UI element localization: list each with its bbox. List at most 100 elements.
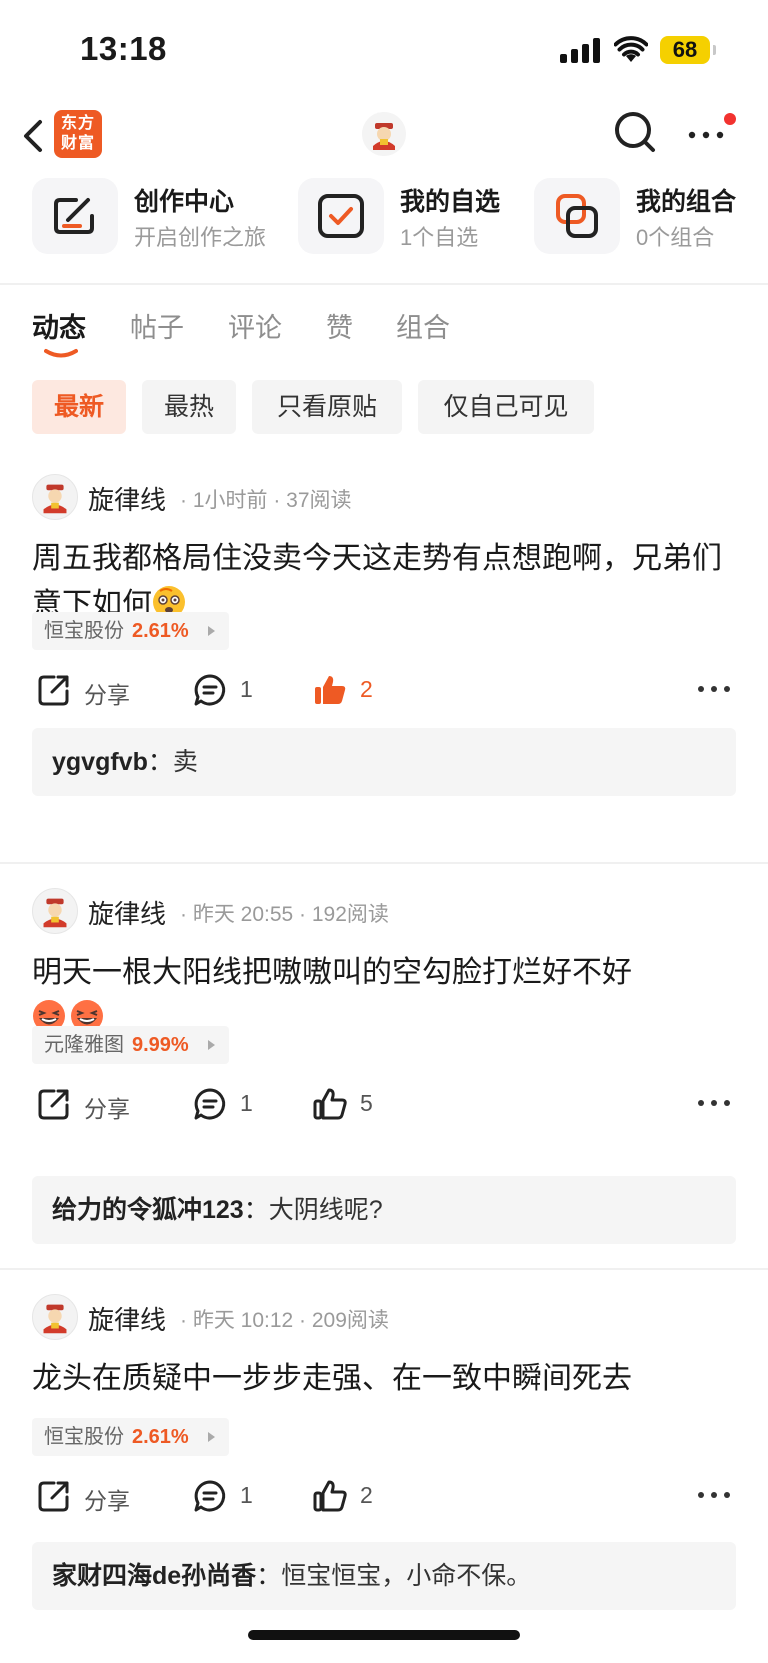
comment-icon bbox=[194, 1088, 226, 1120]
tile-my-watchlist[interactable]: 我的自选 1个自选 bbox=[298, 178, 518, 258]
reply-separator: ： bbox=[256, 1562, 282, 1590]
brand-logo-line2: 财富 bbox=[60, 135, 95, 152]
status-bar: 13:18 68 bbox=[0, 0, 768, 100]
cellular-signal-icon bbox=[560, 37, 602, 63]
reply-user[interactable]: 家财四海de孙尚香 bbox=[52, 1562, 256, 1590]
feed-post[interactable]: 旋律线 · 1小时前 · 37阅读 周五我都格局住没卖今天这走势有点想跑啊，兄弟… bbox=[0, 474, 768, 844]
thumbs-up-icon bbox=[313, 1088, 347, 1120]
like-count: 2 bbox=[360, 1482, 373, 1508]
feed-post[interactable]: 旋律线 · 昨天 10:12 · 209阅读 龙头在质疑中一步步走强、在一致中瞬… bbox=[0, 1294, 768, 1614]
author-avatar[interactable] bbox=[32, 474, 78, 520]
author-avatar[interactable] bbox=[32, 1294, 78, 1340]
filter-latest[interactable]: 最新 bbox=[32, 380, 126, 434]
stock-change: 2.61% bbox=[132, 1426, 189, 1448]
thumbs-up-filled-icon bbox=[315, 676, 346, 704]
edit-square-icon bbox=[32, 178, 118, 254]
filter-private-only[interactable]: 仅自己可见 bbox=[418, 380, 594, 434]
tile-subtitle: 开启创作之旅 bbox=[134, 225, 267, 250]
post-actions: 分享 1 2 bbox=[0, 670, 768, 710]
like-button[interactable]: 2 bbox=[312, 670, 392, 710]
profile-avatar-icon[interactable] bbox=[362, 112, 406, 156]
tab-portfolios[interactable]: 组合 bbox=[396, 306, 450, 345]
post-meta: · 昨天 10:12 · 209阅读 bbox=[180, 1309, 389, 1332]
top-reply[interactable]: ygvgfvb：卖 bbox=[32, 728, 736, 796]
reply-separator: ： bbox=[243, 1196, 269, 1224]
status-time: 13:18 bbox=[80, 30, 167, 67]
stock-tag[interactable]: 恒宝股份 2.61% bbox=[32, 1418, 229, 1456]
stock-change: 9.99% bbox=[132, 1034, 189, 1056]
tile-title: 创作中心 bbox=[134, 188, 235, 216]
share-icon bbox=[38, 675, 69, 706]
thumbs-up-icon bbox=[313, 1480, 347, 1512]
feed-post[interactable]: 旋律线 · 昨天 20:55 · 192阅读 明天一根大阳线把嗷嗷叫的空勾脸打烂… bbox=[0, 888, 768, 1248]
comment-count: 1 bbox=[240, 1090, 253, 1116]
share-icon bbox=[38, 1481, 69, 1512]
post-content[interactable]: 龙头在质疑中一步步走强、在一致中瞬间死去 bbox=[32, 1356, 736, 1402]
top-reply[interactable]: 给力的令狐冲123：大阴线呢? bbox=[32, 1176, 736, 1244]
top-nav-bar: 东方 财富 bbox=[0, 100, 768, 176]
author-avatar[interactable] bbox=[32, 888, 78, 934]
like-button[interactable]: 2 bbox=[312, 1476, 392, 1516]
stock-name: 恒宝股份 bbox=[44, 620, 124, 642]
stock-tag[interactable]: 恒宝股份 2.61% bbox=[32, 612, 229, 650]
comment-button[interactable]: 1 bbox=[192, 670, 272, 710]
more-options-icon[interactable] bbox=[684, 120, 728, 150]
like-button[interactable]: 5 bbox=[312, 1084, 392, 1124]
tab-activity[interactable]: 动态 bbox=[32, 306, 86, 345]
comment-count: 1 bbox=[240, 1482, 253, 1508]
comment-button[interactable]: 1 bbox=[192, 1084, 272, 1124]
stock-tag[interactable]: 元隆雅图 9.99% bbox=[32, 1026, 229, 1064]
like-count: 2 bbox=[360, 676, 373, 702]
share-button[interactable]: 分享 bbox=[36, 1084, 146, 1124]
tab-posts[interactable]: 帖子 bbox=[130, 306, 184, 345]
post-meta: · 昨天 20:55 · 192阅读 bbox=[180, 903, 389, 926]
reply-separator: ： bbox=[147, 748, 173, 776]
home-indicator[interactable] bbox=[248, 1630, 520, 1640]
back-arrow-icon[interactable] bbox=[20, 114, 50, 158]
reply-user[interactable]: 给力的令狐冲123 bbox=[52, 1196, 244, 1224]
chevron-right-icon bbox=[207, 1432, 215, 1442]
stock-change: 2.61% bbox=[132, 620, 189, 642]
share-button[interactable]: 分享 bbox=[36, 1476, 146, 1516]
post-more-icon[interactable] bbox=[696, 684, 732, 694]
author-name[interactable]: 旋律线 bbox=[88, 480, 166, 517]
post-divider bbox=[0, 1268, 768, 1270]
tab-comments[interactable]: 评论 bbox=[228, 306, 282, 345]
tile-subtitle: 0个组合 bbox=[636, 225, 715, 250]
comment-icon bbox=[194, 1480, 226, 1512]
post-text: 周五我都格局住没卖今天这走势有点想跑啊，兄弟们意下如何 bbox=[32, 542, 722, 621]
tile-title: 我的自选 bbox=[400, 188, 501, 216]
tile-title: 我的组合 bbox=[636, 188, 737, 216]
battery-indicator: 68 bbox=[660, 36, 716, 64]
author-name[interactable]: 旋律线 bbox=[88, 1300, 166, 1337]
reply-user[interactable]: ygvgfvb bbox=[52, 748, 148, 776]
share-label: 分享 bbox=[84, 1488, 130, 1514]
reply-text: 大阴线呢? bbox=[268, 1196, 383, 1224]
share-label: 分享 bbox=[84, 1096, 130, 1122]
tile-my-portfolio[interactable]: 我的组合 0个组合 bbox=[534, 178, 768, 258]
quick-access-row: 创作中心 开启创作之旅 我的自选 1个自选 我的组合 0个组合 bbox=[0, 170, 768, 270]
post-more-icon[interactable] bbox=[696, 1098, 732, 1108]
post-more-icon[interactable] bbox=[696, 1490, 732, 1500]
brand-logo-line1: 东方 bbox=[60, 115, 95, 132]
comment-button[interactable]: 1 bbox=[192, 1476, 272, 1516]
filter-original-only[interactable]: 只看原贴 bbox=[252, 380, 402, 434]
checkbox-icon bbox=[298, 178, 384, 254]
brand-logo[interactable]: 东方 财富 bbox=[54, 110, 102, 158]
reply-text: 卖 bbox=[172, 748, 198, 776]
reply-text: 恒宝恒宝，小命不保。 bbox=[281, 1562, 532, 1590]
author-name[interactable]: 旋律线 bbox=[88, 894, 166, 931]
chevron-right-icon bbox=[207, 1040, 215, 1050]
portfolio-icon bbox=[534, 178, 620, 254]
post-text: 龙头在质疑中一步步走强、在一致中瞬间死去 bbox=[32, 1362, 632, 1395]
tile-creation-center[interactable]: 创作中心 开启创作之旅 bbox=[32, 178, 282, 258]
filter-hottest[interactable]: 最热 bbox=[142, 380, 236, 434]
top-reply[interactable]: 家财四海de孙尚香：恒宝恒宝，小命不保。 bbox=[32, 1542, 736, 1610]
search-icon[interactable] bbox=[612, 108, 658, 158]
share-button[interactable]: 分享 bbox=[36, 670, 146, 710]
tab-likes[interactable]: 赞 bbox=[326, 306, 353, 345]
section-divider bbox=[0, 283, 768, 285]
like-count: 5 bbox=[360, 1090, 373, 1116]
post-text: 明天一根大阳线把嗷嗷叫的空勾脸打烂好不好 bbox=[32, 956, 632, 989]
wifi-icon bbox=[614, 36, 648, 62]
